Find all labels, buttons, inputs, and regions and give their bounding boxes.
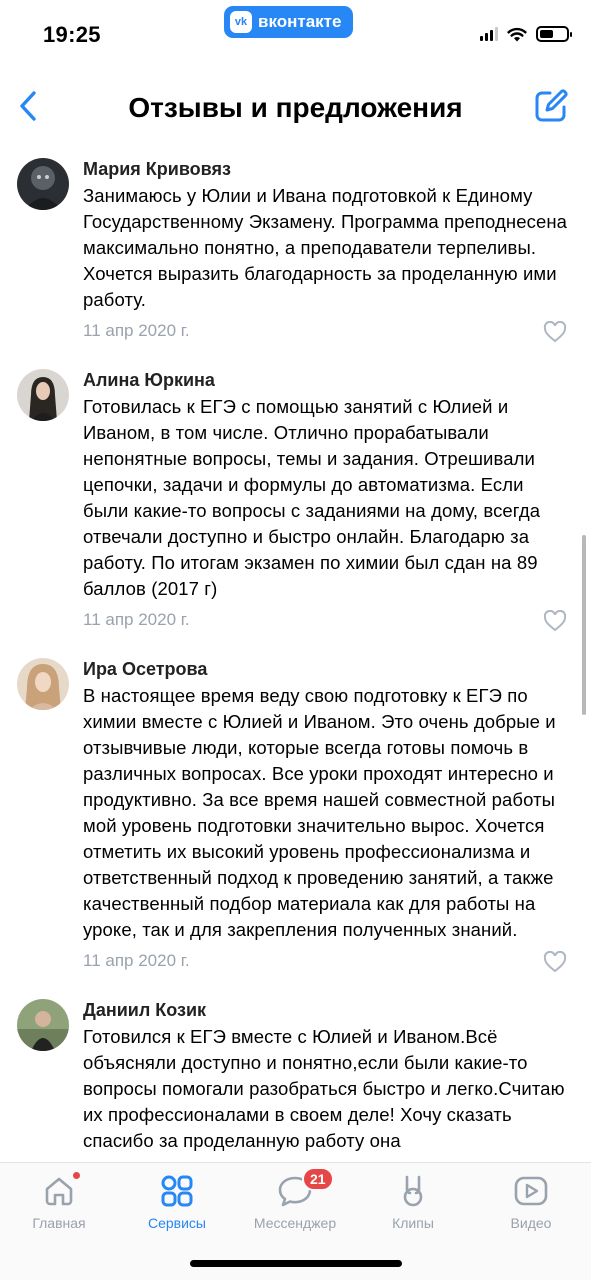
tab-label: Видео [510, 1215, 552, 1231]
status-time: 19:25 [43, 22, 101, 47]
review-date: 11 апр 2020 г. [83, 951, 190, 970]
tab-video[interactable]: Видео [472, 1171, 590, 1241]
avatar[interactable] [17, 158, 69, 210]
review-meta: 11 апр 2020 г. [83, 943, 569, 985]
heart-icon[interactable] [543, 321, 567, 343]
reviews-list[interactable]: Мария Кривовяз Занимаюсь у Юлии и Ивана … [0, 150, 591, 1162]
tab-clips[interactable]: Клипы [354, 1171, 472, 1241]
status-bar: 19:25 vk вконтакте [0, 0, 591, 72]
review-author[interactable]: Мария Кривовяз [83, 150, 569, 180]
review-author[interactable]: Алина Юркина [83, 361, 569, 391]
wifi-icon [507, 27, 527, 41]
scrollbar[interactable] [582, 535, 586, 715]
review-item: Даниил Козик Готовился к ЕГЭ вместе с Юл… [0, 991, 591, 1154]
home-icon [45, 1177, 73, 1206]
home-indicator[interactable] [190, 1260, 402, 1267]
avatar[interactable] [17, 999, 69, 1051]
tab-messenger[interactable]: 21 Мессенджер [236, 1167, 354, 1241]
tab-home[interactable]: Главная [0, 1171, 118, 1241]
review-author[interactable]: Даниил Козик [83, 991, 569, 1021]
tab-label: Сервисы [147, 1215, 206, 1231]
page-title: Отзывы и предложения [128, 92, 463, 123]
compose-icon [535, 89, 568, 122]
review-item: Мария Кривовяз Занимаюсь у Юлии и Ивана … [0, 150, 591, 355]
avatar[interactable] [17, 658, 69, 710]
review-item: Алина Юркина Готовилась к ЕГЭ с помощью … [0, 361, 591, 644]
services-icon [161, 1175, 193, 1207]
nav-header: Отзывы и предложения [0, 72, 591, 144]
app-pill-label: вконтакте [258, 12, 342, 31]
review-text: Занимаюсь у Юлии и Ивана подготовкой к Е… [83, 185, 568, 310]
tab-label: Главная [32, 1215, 86, 1231]
heart-icon[interactable] [543, 951, 567, 973]
notification-dot [72, 1171, 81, 1180]
review-meta: 11 апр 2020 г. [83, 602, 569, 644]
review-item: Ира Осетрова В настоящее время веду свою… [0, 650, 591, 985]
unread-badge: 21 [302, 1167, 334, 1191]
review-text: Готовился к ЕГЭ вместе с Юлией и Иваном.… [83, 1026, 565, 1151]
review-author[interactable]: Ира Осетрова [83, 650, 569, 680]
review-meta: 11 апр 2020 г. [83, 313, 569, 355]
system-icons [480, 26, 572, 42]
review-date: 11 апр 2020 г. [83, 610, 190, 629]
signal-icon [480, 27, 498, 41]
avatar[interactable] [17, 369, 69, 421]
video-icon [514, 1176, 548, 1206]
heart-icon[interactable] [543, 610, 567, 632]
vk-logo-icon: vk [230, 11, 252, 33]
review-date: 11 апр 2020 г. [83, 321, 190, 340]
tab-label: Мессенджер [253, 1215, 337, 1231]
compose-button[interactable] [531, 86, 571, 126]
clips-icon [403, 1175, 423, 1207]
app-pill[interactable]: vk вконтакте [224, 6, 354, 38]
battery-icon [536, 26, 572, 42]
review-text: В настоящее время веду свою подготовку к… [83, 685, 556, 940]
review-text: Готовилась к ЕГЭ с помощью занятий с Юли… [83, 396, 541, 599]
tab-label: Клипы [392, 1215, 434, 1231]
tab-services[interactable]: Сервисы [118, 1171, 236, 1241]
